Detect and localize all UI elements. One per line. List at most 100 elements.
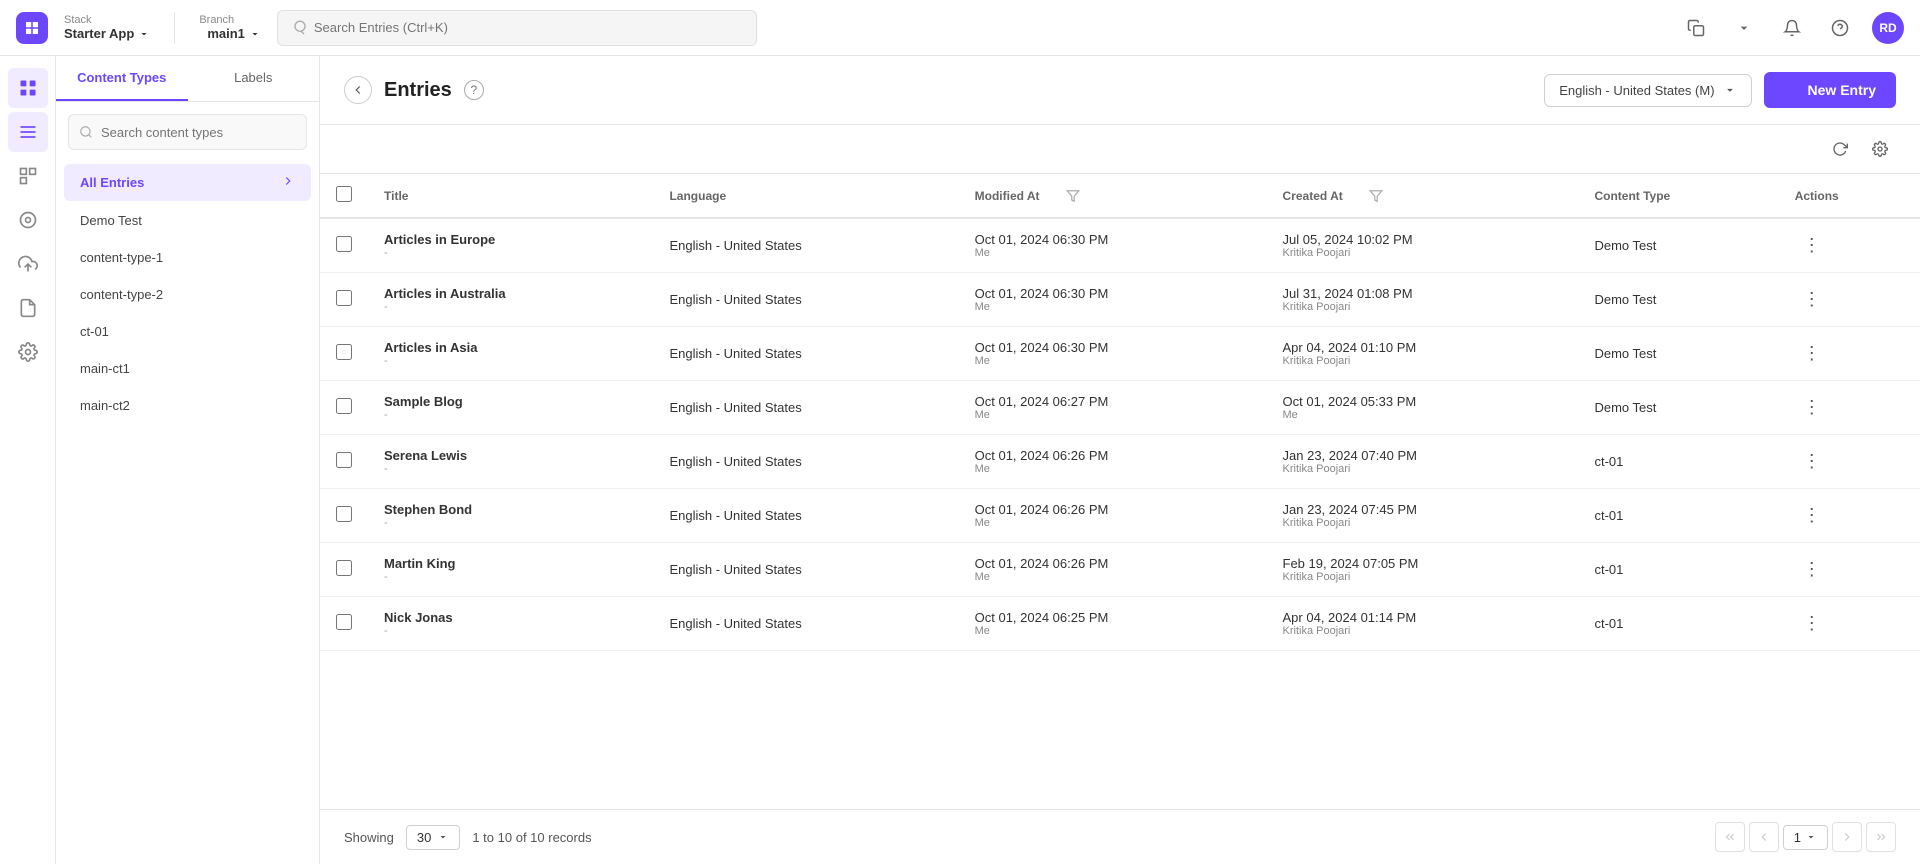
row-actions-button[interactable]: ⋮ (1795, 339, 1829, 368)
row-checkbox[interactable] (336, 290, 352, 306)
row-checkbox[interactable] (336, 506, 352, 522)
copy-icon[interactable] (1680, 12, 1712, 44)
tab-content-types[interactable]: Content Types (56, 56, 188, 101)
showing-label: Showing (344, 830, 394, 845)
ct-item-main-ct1[interactable]: main-ct1 (64, 351, 311, 386)
row-checkbox[interactable] (336, 344, 352, 360)
col-actions: Actions (1779, 174, 1920, 218)
sort-icon[interactable] (1349, 189, 1363, 203)
ct-list: All Entries Demo Test content-type-1 con… (56, 162, 319, 864)
row-checkbox-cell (320, 543, 368, 597)
row-title[interactable]: Nick Jonas - (368, 597, 653, 651)
row-created-at: Jan 23, 2024 07:40 PM Kritika Poojari (1267, 435, 1579, 489)
last-page-button[interactable] (1866, 822, 1896, 852)
header-right: English - United States (M) New Entry (1544, 72, 1896, 108)
ct-search-box[interactable] (68, 114, 307, 150)
row-modified-at: Oct 01, 2024 06:26 PM Me (959, 435, 1267, 489)
ct-item-main-ct2[interactable]: main-ct2 (64, 388, 311, 423)
tab-labels[interactable]: Labels (188, 56, 320, 101)
row-language: English - United States (653, 381, 958, 435)
row-checkbox[interactable] (336, 560, 352, 576)
row-created-at: Feb 19, 2024 07:05 PM Kritika Poojari (1267, 543, 1579, 597)
row-title[interactable]: Martin King - (368, 543, 653, 597)
page-number-selector[interactable]: 1 (1783, 825, 1828, 850)
app-name[interactable]: Starter App (64, 26, 150, 41)
row-actions-button[interactable]: ⋮ (1795, 285, 1829, 314)
row-actions: ⋮ (1779, 381, 1920, 435)
row-checkbox[interactable] (336, 614, 352, 630)
sort-icon[interactable] (1046, 189, 1060, 203)
row-checkbox[interactable] (336, 452, 352, 468)
table-row: Martin King - English - United States Oc… (320, 543, 1920, 597)
nav-content[interactable] (8, 288, 48, 328)
ct-item-content-type-1[interactable]: content-type-1 (64, 240, 311, 275)
branch-selector[interactable]: main1 (207, 26, 261, 41)
first-page-button[interactable] (1715, 822, 1745, 852)
language-dropdown[interactable]: English - United States (M) (1544, 74, 1751, 107)
notification-icon[interactable] (1776, 12, 1808, 44)
nav-deploy[interactable] (8, 244, 48, 284)
select-all-checkbox[interactable] (336, 186, 352, 202)
refresh-icon[interactable] (1824, 133, 1856, 165)
row-actions-button[interactable]: ⋮ (1795, 555, 1829, 584)
nav-entries[interactable] (8, 112, 48, 152)
ct-item-all-entries[interactable]: All Entries (64, 164, 311, 201)
row-actions: ⋮ (1779, 489, 1920, 543)
row-title[interactable]: Sample Blog - (368, 381, 653, 435)
language-label: English - United States (M) (1559, 83, 1714, 98)
row-title[interactable]: Articles in Europe - (368, 218, 653, 273)
row-title[interactable]: Stephen Bond - (368, 489, 653, 543)
row-checkbox[interactable] (336, 398, 352, 414)
nav-assets[interactable] (8, 200, 48, 240)
row-actions-button[interactable]: ⋮ (1795, 447, 1829, 476)
dropdown-icon[interactable] (1728, 12, 1760, 44)
sort-icon[interactable] (414, 189, 428, 203)
nav-settings[interactable] (8, 332, 48, 372)
row-actions-button[interactable]: ⋮ (1795, 609, 1829, 638)
plus-icon (1784, 82, 1800, 98)
row-title[interactable]: Articles in Asia - (368, 327, 653, 381)
row-actions-button[interactable]: ⋮ (1795, 231, 1829, 260)
row-title[interactable]: Articles in Australia - (368, 273, 653, 327)
row-created-at: Jan 23, 2024 07:45 PM Kritika Poojari (1267, 489, 1579, 543)
page-size-selector[interactable]: 30 (406, 825, 460, 850)
row-checkbox-cell (320, 218, 368, 273)
avatar[interactable]: RD (1872, 12, 1904, 44)
filter-icon[interactable] (1369, 189, 1383, 203)
row-content-type: Demo Test (1578, 327, 1778, 381)
row-created-at: Jul 31, 2024 01:08 PM Kritika Poojari (1267, 273, 1579, 327)
app-info: Stack Starter App (64, 14, 150, 41)
col-modified-at: Modified At (959, 174, 1267, 218)
search-icon (290, 20, 306, 36)
table-row: Stephen Bond - English - United States O… (320, 489, 1920, 543)
nav-dashboard[interactable] (8, 68, 48, 108)
ct-item-demo-test[interactable]: Demo Test (64, 203, 311, 238)
row-created-at: Jul 05, 2024 10:02 PM Kritika Poojari (1267, 218, 1579, 273)
entries-table: Title Language Modified At (320, 174, 1920, 651)
help-circle-icon[interactable]: ? (464, 80, 484, 100)
column-settings-icon[interactable] (1864, 133, 1896, 165)
global-search[interactable] (277, 10, 757, 46)
row-checkbox[interactable] (336, 236, 352, 252)
nav-analytics[interactable] (8, 156, 48, 196)
prev-page-button[interactable] (1749, 822, 1779, 852)
help-icon[interactable] (1824, 12, 1856, 44)
next-page-button[interactable] (1832, 822, 1862, 852)
row-actions-button[interactable]: ⋮ (1795, 501, 1829, 530)
ct-item-content-type-2[interactable]: content-type-2 (64, 277, 311, 312)
chevron-down-icon (1805, 831, 1817, 843)
row-actions-button[interactable]: ⋮ (1795, 393, 1829, 422)
row-language: English - United States (653, 543, 958, 597)
ct-search-input[interactable] (101, 125, 296, 140)
filter-icon[interactable] (1066, 189, 1080, 203)
row-modified-at: Oct 01, 2024 06:26 PM Me (959, 489, 1267, 543)
records-count: 1 to 10 of 10 records (472, 830, 591, 845)
back-button[interactable] (344, 76, 372, 104)
new-entry-button[interactable]: New Entry (1764, 72, 1896, 108)
row-title[interactable]: Serena Lewis - (368, 435, 653, 489)
search-input[interactable] (314, 20, 744, 35)
table-row: Nick Jonas - English - United States Oct… (320, 597, 1920, 651)
row-content-type: ct-01 (1578, 597, 1778, 651)
topnav: Stack Starter App Branch main1 RD (0, 0, 1920, 56)
ct-item-ct-01[interactable]: ct-01 (64, 314, 311, 349)
